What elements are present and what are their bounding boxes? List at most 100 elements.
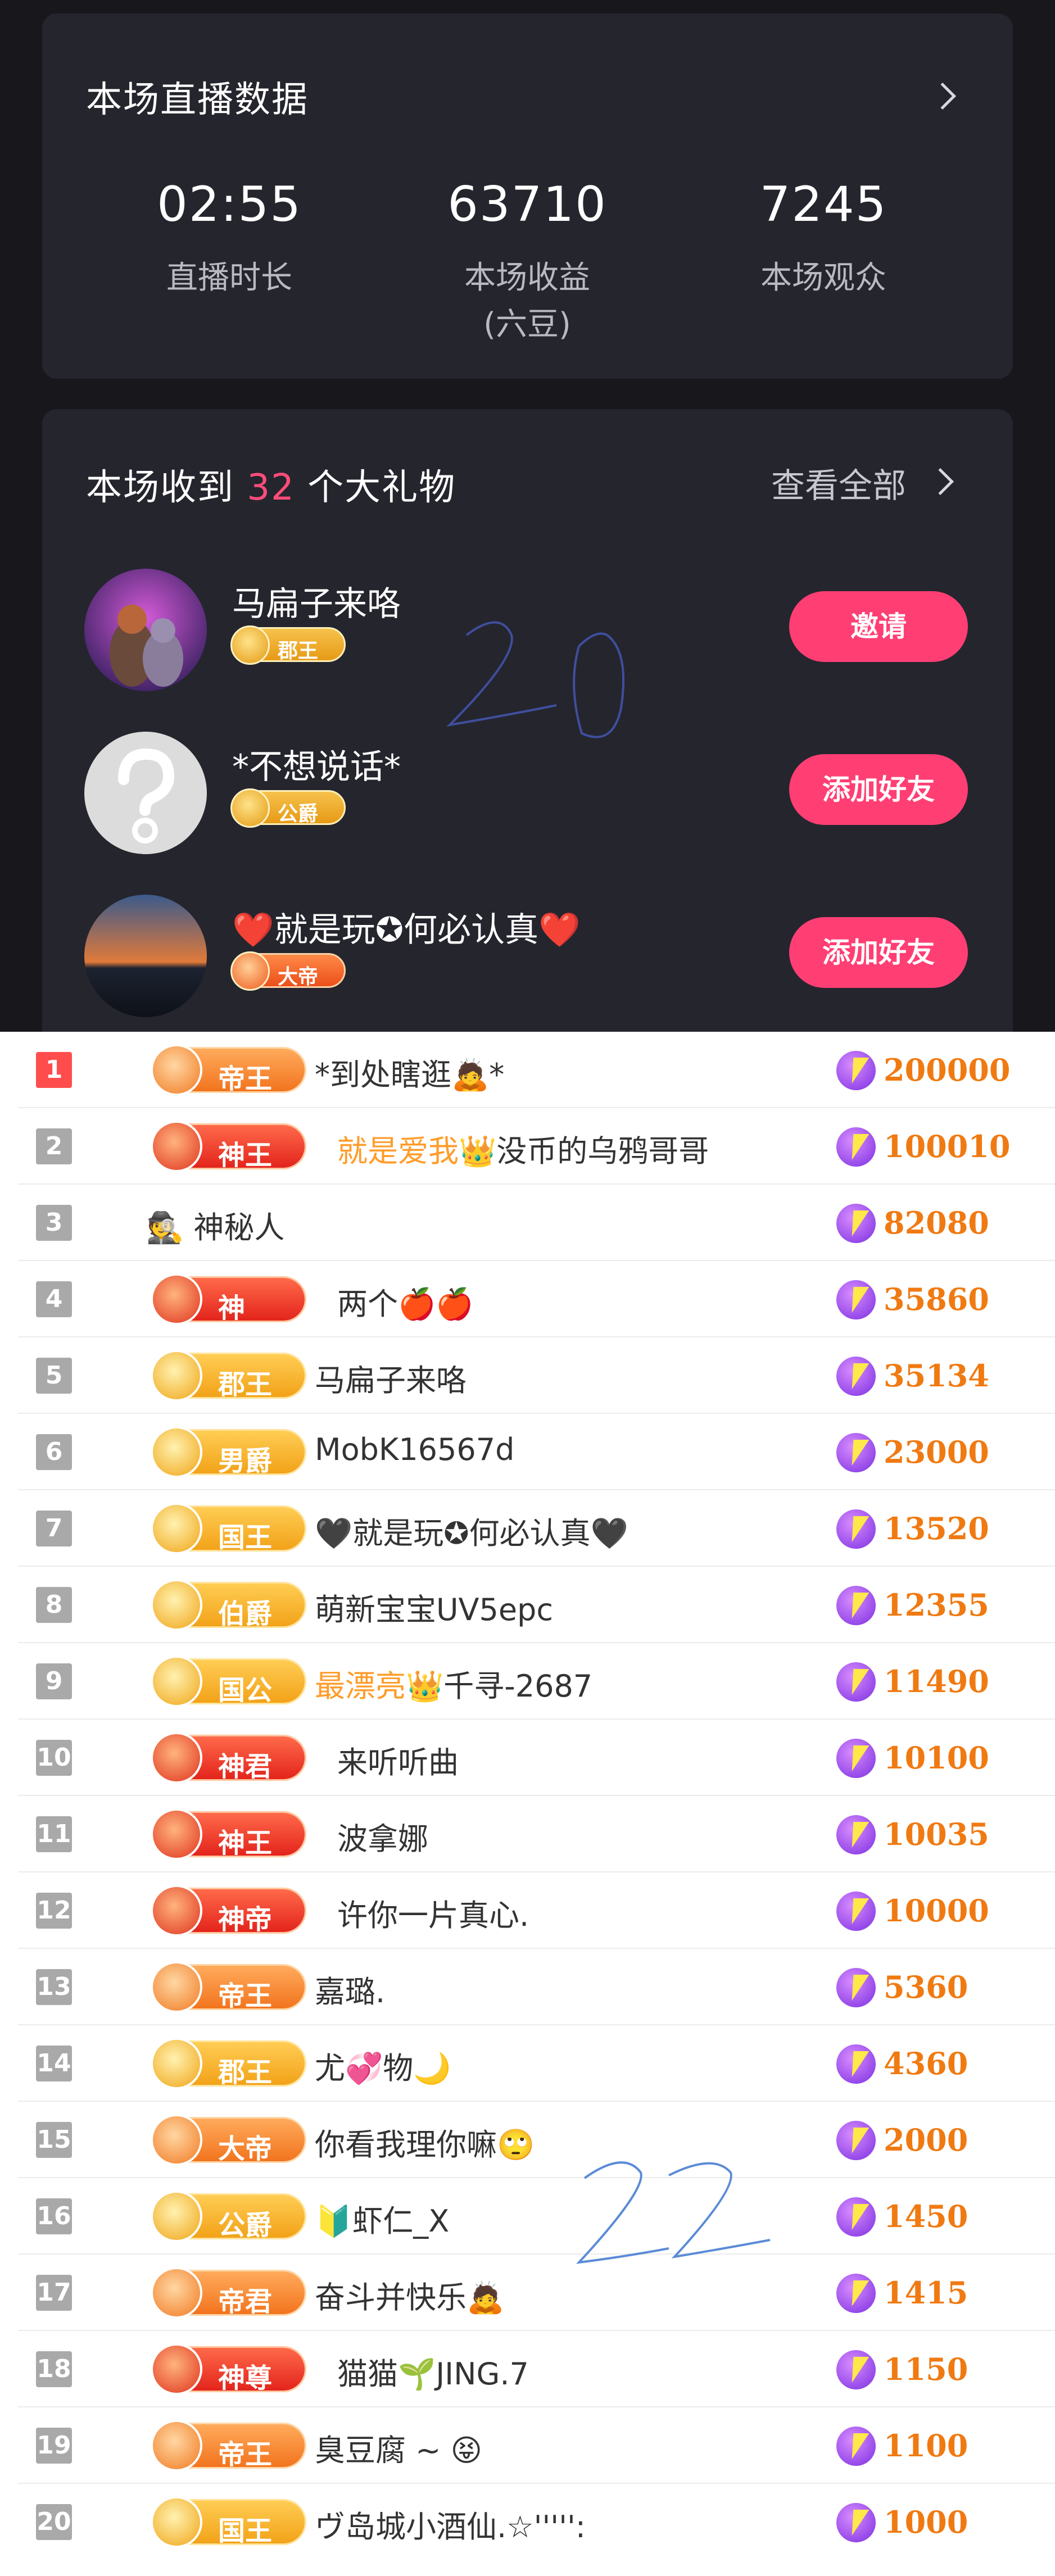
level-badge: 神王 [151, 1808, 305, 1860]
user-name: 来听听曲 [337, 1745, 459, 1780]
view-all-link[interactable]: 查看全部 [771, 459, 906, 507]
level-badge-label: 郡王 [278, 640, 319, 663]
level-badge-label: 神君 [218, 1751, 273, 1783]
level-badge-label: 神尊 [218, 2362, 273, 2394]
user-name: 最漂亮👑千寻-2687 [315, 1661, 592, 1706]
rank-number: 15 [36, 2122, 72, 2158]
user-name: *到处瞎逛🙇* [315, 1050, 504, 1094]
emoji: 😝 [450, 2433, 482, 2468]
ranking-row[interactable]: 2 神王 就是爱我👑没币的乌鸦哥哥 100010 [0, 1108, 1055, 1185]
invite-button[interactable]: 邀请 [789, 591, 968, 662]
level-badge-label: 帝王 [218, 2439, 273, 2470]
rank-number: 10 [36, 1740, 72, 1776]
ranking-row[interactable]: 9 国公 最漂亮👑千寻-2687 11490 [0, 1643, 1055, 1720]
level-badge: 男爵 [151, 1426, 305, 1478]
level-badge: 神君 [151, 1732, 305, 1784]
live-stats-card[interactable]: 本场直播数据 02:55 直播时长 63710 本场收益 (六豆) 7245 本… [42, 13, 1013, 379]
rank-number: 3 [36, 1205, 72, 1241]
ranking-row[interactable]: 6 男爵 MobK16567d 23000 [0, 1414, 1055, 1490]
lightning-coin-icon [836, 1509, 876, 1549]
ranking-row[interactable]: 8 伯爵 萌新宝宝UV5epc 12355 [0, 1567, 1055, 1643]
crown-emoji: 👑 [406, 1668, 444, 1704]
stat-label: 本场收益 [464, 260, 590, 296]
add-friend-button[interactable]: 添加好友 [789, 917, 968, 988]
user-name-text: 没币的乌鸦哥哥 [496, 1133, 709, 1169]
user-name: 🔰虾仁_X [315, 2203, 450, 2239]
ranking-row[interactable]: 19 帝王 臭豆腐 ~ 😝 1100 [0, 2407, 1055, 2484]
add-friend-button[interactable]: 添加好友 [789, 754, 968, 825]
user-name: 猫猫🌱JING.7 [337, 2356, 529, 2392]
lightning-coin-icon [836, 2274, 876, 2313]
rank-number: 16 [36, 2198, 72, 2234]
avatar[interactable] [84, 895, 207, 1017]
rank-number: 18 [36, 2351, 72, 2387]
level-badge: 帝王 [151, 2420, 305, 2471]
rank-number: 6 [36, 1434, 72, 1470]
gift-amount: 82080 [884, 1205, 989, 1241]
giver-name: ❤️就是玩✪何必认真❤️ [232, 910, 581, 950]
medal-icon [151, 2038, 202, 2089]
ranking-row[interactable]: 10 神君 来听听曲 10100 [0, 1720, 1055, 1796]
level-badge-label: 帝王 [218, 1980, 273, 2012]
rank-number: 11 [36, 1816, 72, 1852]
ranking-row[interactable]: 5 郡王 马扁子来咯 35134 [0, 1337, 1055, 1414]
ranking-row[interactable]: 20 国王 ヴ岛城小酒仙.☆''''': 1000 [0, 2484, 1055, 2560]
level-badge: 神帝 [151, 1885, 305, 1936]
level-badge: 帝王 [151, 1044, 305, 1096]
user-name: ヴ岛城小酒仙.☆''''': [315, 2509, 586, 2545]
medal-icon [151, 2114, 202, 2166]
stat-label: 本场观众 [760, 260, 886, 296]
big-gifts-title: 本场收到 32 个大礼物 [86, 459, 456, 510]
level-badge: 帝君 [151, 2267, 305, 2319]
level-badge-label: 大帝 [218, 2133, 273, 2165]
crown-emoji: 👑 [459, 1133, 497, 1169]
level-badge: 郡王 [230, 625, 346, 665]
lightning-coin-icon [836, 1280, 876, 1319]
ranking-row[interactable]: 15 大帝 你看我理你嘛🙄 2000 [0, 2102, 1055, 2178]
chevron-right-icon[interactable] [929, 82, 957, 110]
emoji: 🙇 [467, 2280, 505, 2315]
ranking-row[interactable]: 16 公爵 🔰虾仁_X 1450 [0, 2178, 1055, 2255]
medal-icon [151, 1350, 202, 1402]
live-summary-panel: 本场直播数据 02:55 直播时长 63710 本场收益 (六豆) 7245 本… [0, 0, 1055, 1032]
ranking-row[interactable]: 18 神尊 猫猫🌱JING.7 1150 [0, 2331, 1055, 2407]
stat-viewers: 7245 本场观众 [711, 176, 936, 302]
level-badge-label: 帝君 [218, 2286, 273, 2318]
level-badge-label: 公爵 [218, 2210, 273, 2241]
ranking-row[interactable]: 1 帝王 *到处瞎逛🙇* 200000 [0, 1032, 1055, 1108]
level-badge-label: 大帝 [278, 965, 319, 988]
lightning-coin-icon [836, 2350, 876, 2389]
emoji: 🙄 [497, 2127, 535, 2162]
level-badge: 大帝 [230, 951, 346, 991]
ranking-row[interactable]: 13 帝王 嘉璐. 5360 [0, 1949, 1055, 2025]
gift-giver-item: *不想说话* 公爵 添加好友 [42, 732, 1013, 867]
emoji: 🙇 [451, 1057, 490, 1092]
chevron-right-icon[interactable] [926, 468, 954, 496]
lightning-coin-icon [836, 2503, 876, 2542]
ranking-row[interactable]: 3 🕵 神秘人 82080 [0, 1185, 1055, 1261]
ranking-row[interactable]: 14 郡王 尤💞物🌙 4360 [0, 2025, 1055, 2102]
gift-amount: 2000 [884, 2122, 968, 2158]
ranking-row[interactable]: 17 帝君 奋斗并快乐🙇 1415 [0, 2255, 1055, 2331]
ranking-row[interactable]: 4 神 两个🍎🍎 35860 [0, 1261, 1055, 1337]
lightning-coin-icon [836, 1433, 876, 1472]
stat-value: 7245 [759, 176, 888, 233]
medal-icon [151, 2190, 202, 2242]
gift-giver-item: ❤️就是玩✪何必认真❤️ 大帝 添加好友 [42, 895, 1013, 1030]
gift-amount: 1415 [884, 2275, 968, 2311]
level-badge: 帝王 [151, 1961, 305, 2013]
lightning-coin-icon [836, 1892, 876, 1931]
ranking-row[interactable]: 11 神王 波拿娜 10035 [0, 1796, 1055, 1872]
avatar[interactable] [84, 569, 207, 691]
medal-icon [151, 1044, 202, 1096]
medal-icon [151, 1426, 202, 1478]
medal-icon [151, 1121, 202, 1172]
lightning-coin-icon [836, 2427, 876, 2466]
ranking-row[interactable]: 12 神帝 许你一片真心. 10000 [0, 1872, 1055, 1949]
stat-value: 63710 [447, 176, 607, 233]
user-name: 奋斗并快乐🙇 [315, 2273, 504, 2317]
user-name: 马扁子来咯 [315, 1363, 467, 1398]
ranking-row[interactable]: 7 国王 🖤就是玩✪何必认真🖤 13520 [0, 1490, 1055, 1567]
user-name-text: 奋斗并快乐 [315, 2280, 467, 2315]
avatar-placeholder-icon[interactable] [84, 732, 207, 854]
